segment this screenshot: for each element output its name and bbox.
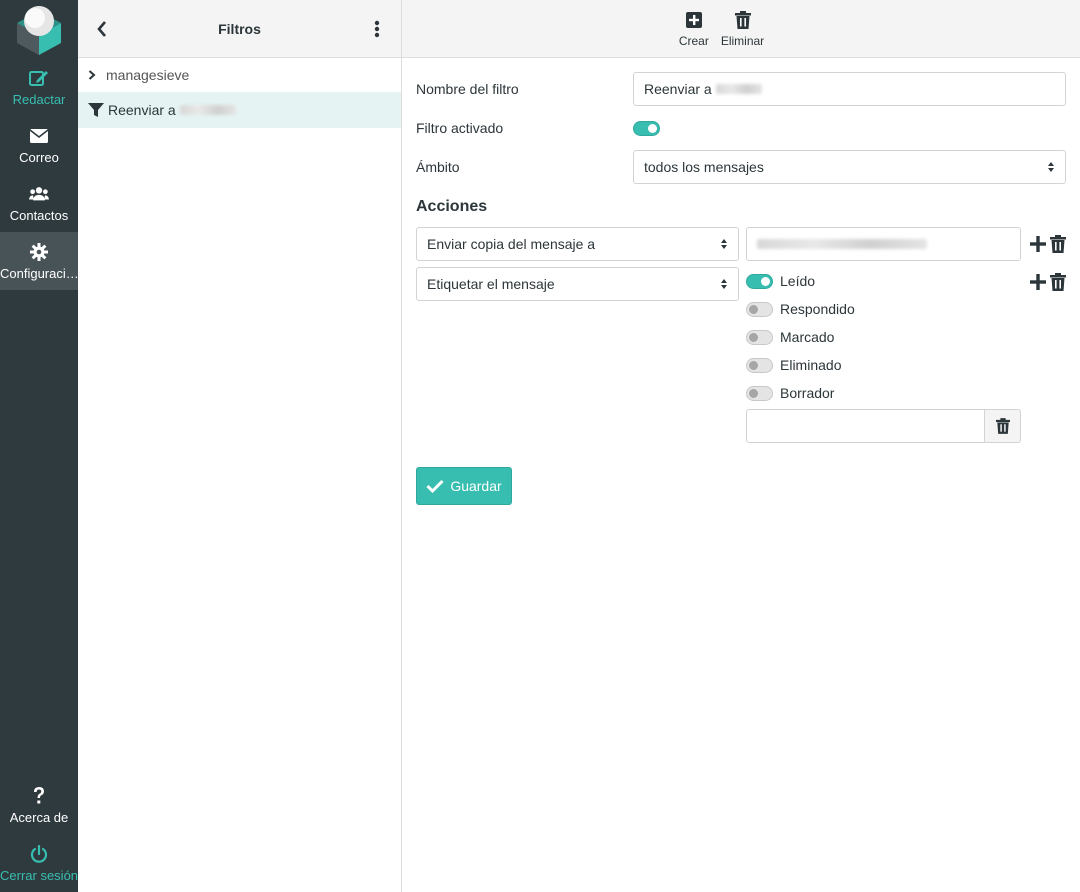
filter-list-item[interactable]: Reenviar a: [78, 92, 401, 128]
compose-icon: [29, 68, 49, 88]
flag-toggle-flagged[interactable]: [746, 329, 773, 345]
delete-label: Eliminar: [720, 34, 765, 48]
flag-label: Respondido: [780, 301, 855, 317]
question-icon: [29, 786, 49, 806]
add-action-button[interactable]: [1029, 273, 1047, 291]
remove-custom-flag-button[interactable]: [985, 409, 1021, 443]
action-type-value: Etiquetar el mensaje: [427, 276, 555, 292]
nav-contacts-label: Contactos: [9, 207, 69, 223]
create-button[interactable]: Crear: [679, 9, 709, 48]
delete-button[interactable]: Eliminar: [721, 9, 764, 48]
filter-name-input[interactable]: Reenviar a: [633, 72, 1066, 106]
save-label: Guardar: [450, 478, 502, 494]
envelope-icon: [29, 126, 49, 146]
remove-action-button[interactable]: [1049, 273, 1067, 291]
main-navigation: Redactar Correo Contactos Configuraci… A…: [0, 0, 78, 892]
plus-icon: [1030, 236, 1046, 252]
filter-form: Nombre del filtro Reenviar a Filtro acti…: [402, 58, 1080, 505]
toolbar: Crear Eliminar: [402, 0, 1080, 58]
flag-label: Borrador: [780, 385, 835, 401]
nav-about[interactable]: Acerca de: [0, 776, 78, 834]
flag-toggle-answered[interactable]: [746, 301, 773, 317]
action-type-value: Enviar copia del mensaje a: [427, 236, 596, 252]
app-logo: [0, 0, 78, 58]
plus-icon: [1030, 274, 1046, 290]
trash-icon: [995, 418, 1010, 434]
trash-icon: [1050, 235, 1066, 253]
nav-about-label: Acerca de: [9, 809, 69, 825]
nav-settings[interactable]: Configuraci…: [0, 232, 78, 290]
scope-label: Ámbito: [416, 159, 460, 175]
flag-label: Marcado: [780, 329, 835, 345]
action-type-select[interactable]: Etiquetar el mensaje: [416, 267, 739, 301]
filter-set-label: managesieve: [106, 67, 190, 83]
filter-item-label: Reenviar a: [108, 102, 176, 118]
flag-option-read: Leído: [746, 267, 1021, 295]
action-type-select[interactable]: Enviar copia del mensaje a: [416, 227, 739, 261]
trash-icon: [734, 9, 751, 31]
flag-toggle-read[interactable]: [746, 273, 773, 289]
more-options-button[interactable]: [367, 19, 387, 39]
remove-action-button[interactable]: [1049, 235, 1067, 253]
flag-toggle-deleted[interactable]: [746, 357, 773, 373]
redacted-text: [715, 84, 762, 94]
flag-label: Leído: [780, 273, 816, 289]
filter-editor: Crear Eliminar Nombre del filtro Reenvia…: [402, 0, 1080, 892]
redacted-text: [757, 239, 927, 249]
flag-toggle-draft[interactable]: [746, 385, 773, 401]
chevron-left-icon: [97, 20, 106, 37]
add-action-button[interactable]: [1029, 235, 1047, 253]
nav-mail[interactable]: Correo: [0, 116, 78, 174]
gear-icon: [29, 242, 49, 262]
flag-option-answered: Respondido: [746, 295, 1021, 323]
checkmark-icon: [426, 479, 444, 493]
nav-compose-label: Redactar: [12, 91, 66, 107]
nav-compose[interactable]: Redactar: [0, 58, 78, 116]
flag-option-deleted: Eliminado: [746, 351, 1021, 379]
vertical-dots-icon: [374, 20, 380, 37]
nav-settings-label: Configuraci…: [0, 265, 78, 281]
filter-enabled-label: Filtro activado: [416, 120, 504, 136]
create-label: Crear: [678, 34, 709, 48]
filters-panel: Filtros managesieve Reenviar a: [78, 0, 402, 892]
filters-header: Filtros: [78, 0, 401, 58]
nav-logout-label: Cerrar sesión: [0, 867, 78, 883]
back-button[interactable]: [92, 19, 112, 39]
scope-value: todos los mensajes: [644, 159, 764, 175]
nav-contacts[interactable]: Contactos: [0, 174, 78, 232]
nav-mail-label: Correo: [19, 149, 59, 165]
scope-select[interactable]: todos los mensajes: [633, 150, 1066, 184]
chevron-right-icon: [88, 70, 100, 80]
select-arrows-icon: [720, 238, 728, 250]
roundcube-logo-icon: [17, 6, 61, 55]
filter-set-item[interactable]: managesieve: [78, 58, 401, 92]
redacted-text: [179, 105, 236, 115]
nav-logout[interactable]: Cerrar sesión: [0, 834, 78, 892]
flag-option-flagged: Marcado: [746, 323, 1021, 351]
select-arrows-icon: [1047, 161, 1055, 173]
flag-label: Eliminado: [780, 357, 842, 373]
filter-name-label: Nombre del filtro: [416, 81, 519, 97]
redirect-address-input[interactable]: [746, 227, 1021, 261]
select-arrows-icon: [720, 278, 728, 290]
flag-option-draft: Borrador: [746, 379, 1021, 407]
custom-flag-input[interactable]: [746, 409, 985, 443]
filters-title: Filtros: [218, 20, 261, 37]
trash-icon: [1050, 273, 1066, 291]
funnel-icon: [88, 102, 104, 118]
filter-name-value: Reenviar a: [644, 81, 712, 97]
power-icon: [29, 844, 49, 864]
filter-enabled-toggle[interactable]: [633, 120, 660, 136]
users-icon: [29, 184, 49, 204]
actions-title: Acciones: [416, 198, 488, 215]
plus-square-icon: [685, 9, 702, 31]
save-button[interactable]: Guardar: [416, 467, 512, 505]
flags-list: Leído Respondido Marcado Eliminado Borra…: [746, 267, 1021, 443]
